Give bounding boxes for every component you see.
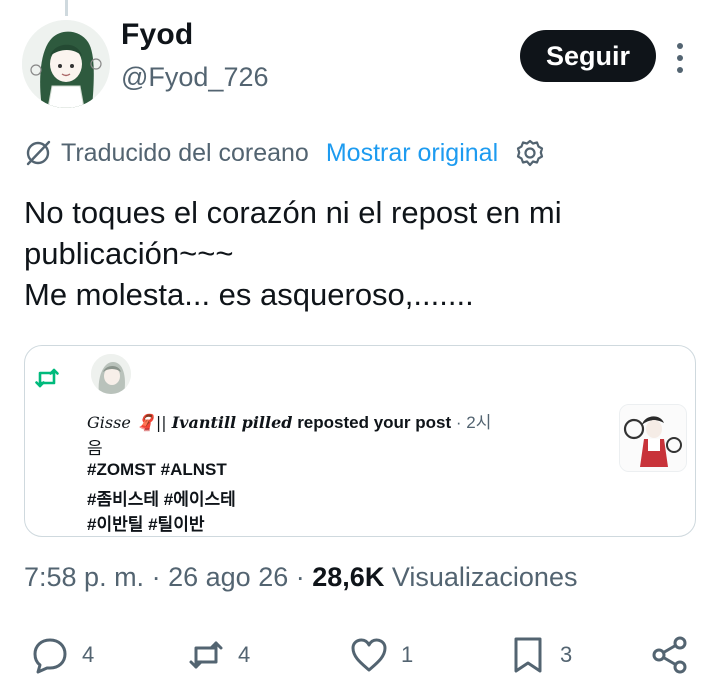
notification-line: Gisse 🧣|| Ivantill pilled reposted your …: [87, 408, 491, 433]
repost-button[interactable]: 4: [186, 630, 250, 680]
show-original-link[interactable]: Mostrar original: [326, 139, 498, 168]
reposter-avatar-image: [91, 354, 131, 394]
repost-count: 4: [238, 642, 251, 667]
bookmark-count: 3: [560, 642, 573, 667]
no-translate-icon: [26, 140, 51, 166]
author-display-name[interactable]: Fyod: [121, 18, 193, 52]
tweet-meta: 7:58 p. m. · 26 ago 26 · 28,6K Visualiza…: [24, 562, 577, 593]
thumbnail-image: [620, 405, 686, 471]
reply-icon: [33, 638, 67, 674]
tweet-text: No toques el corazón ni el repost en mi …: [24, 192, 694, 315]
reposter-name-separator: ||: [155, 413, 167, 432]
thread-connector-line: [65, 0, 68, 16]
scarf-emoji: 🧣: [135, 413, 156, 432]
quoted-post-line: 음: [87, 439, 103, 458]
heart-icon: [351, 638, 387, 672]
tweet-line: No toques el corazón ni el repost en mi: [24, 195, 562, 230]
share-button[interactable]: [650, 630, 690, 680]
reposter-name-bold: Ivantill pilled: [171, 413, 293, 432]
reposter-name: Gisse: [87, 413, 131, 432]
avatar-image: [22, 20, 110, 108]
like-button[interactable]: 1: [349, 630, 413, 680]
meta-separator: ·: [295, 562, 305, 592]
views-count: 28,6K: [312, 562, 385, 592]
author-handle[interactable]: @Fyod_726: [121, 62, 269, 93]
more-options-button[interactable]: [668, 40, 692, 76]
quoted-post-thumbnail[interactable]: [619, 404, 687, 472]
meta-separator: ·: [151, 562, 161, 592]
like-count: 1: [401, 642, 414, 667]
notification-action: reposted your post: [297, 413, 452, 432]
reply-count: 4: [82, 642, 95, 667]
repost-icon: [189, 641, 223, 669]
quoted-post-hashtags: #이반틸 #틸이반: [87, 515, 205, 534]
reposter-avatar[interactable]: [91, 354, 131, 394]
bookmark-button[interactable]: 3: [508, 630, 572, 680]
more-vertical-icon: [677, 43, 683, 73]
notification-time: · 2시: [455, 413, 492, 432]
tweet-line: publicación~~~: [24, 236, 234, 271]
tweet-line: Me molesta... es asqueroso,.......: [24, 277, 474, 312]
quoted-post-hashtags: #ZOMST #ALNST: [87, 460, 227, 479]
share-icon: [652, 636, 687, 674]
author-avatar[interactable]: [22, 20, 110, 108]
translation-bar: Traducido del coreano Mostrar original: [24, 137, 545, 169]
gear-icon[interactable]: [515, 138, 545, 168]
follow-button[interactable]: Seguir: [520, 30, 656, 82]
quoted-post-hashtags: #좀비스테 #에이스테: [87, 490, 236, 509]
views-label: Visualizaciones: [391, 562, 578, 592]
tweet-time[interactable]: 7:58 p. m.: [24, 562, 144, 592]
reply-button[interactable]: 4: [30, 630, 94, 680]
notification-user[interactable]: Gisse 🧣|| Ivantill pilled: [87, 413, 292, 432]
tweet-date[interactable]: 26 ago 26: [168, 562, 288, 592]
translation-label: Traducido del coreano: [61, 138, 309, 167]
bookmark-icon: [514, 637, 542, 673]
action-bar: 4 4 1 3: [0, 630, 719, 680]
repost-icon: [35, 368, 59, 388]
embedded-notification-card[interactable]: Gisse 🧣|| Ivantill pilled reposted your …: [24, 345, 696, 537]
